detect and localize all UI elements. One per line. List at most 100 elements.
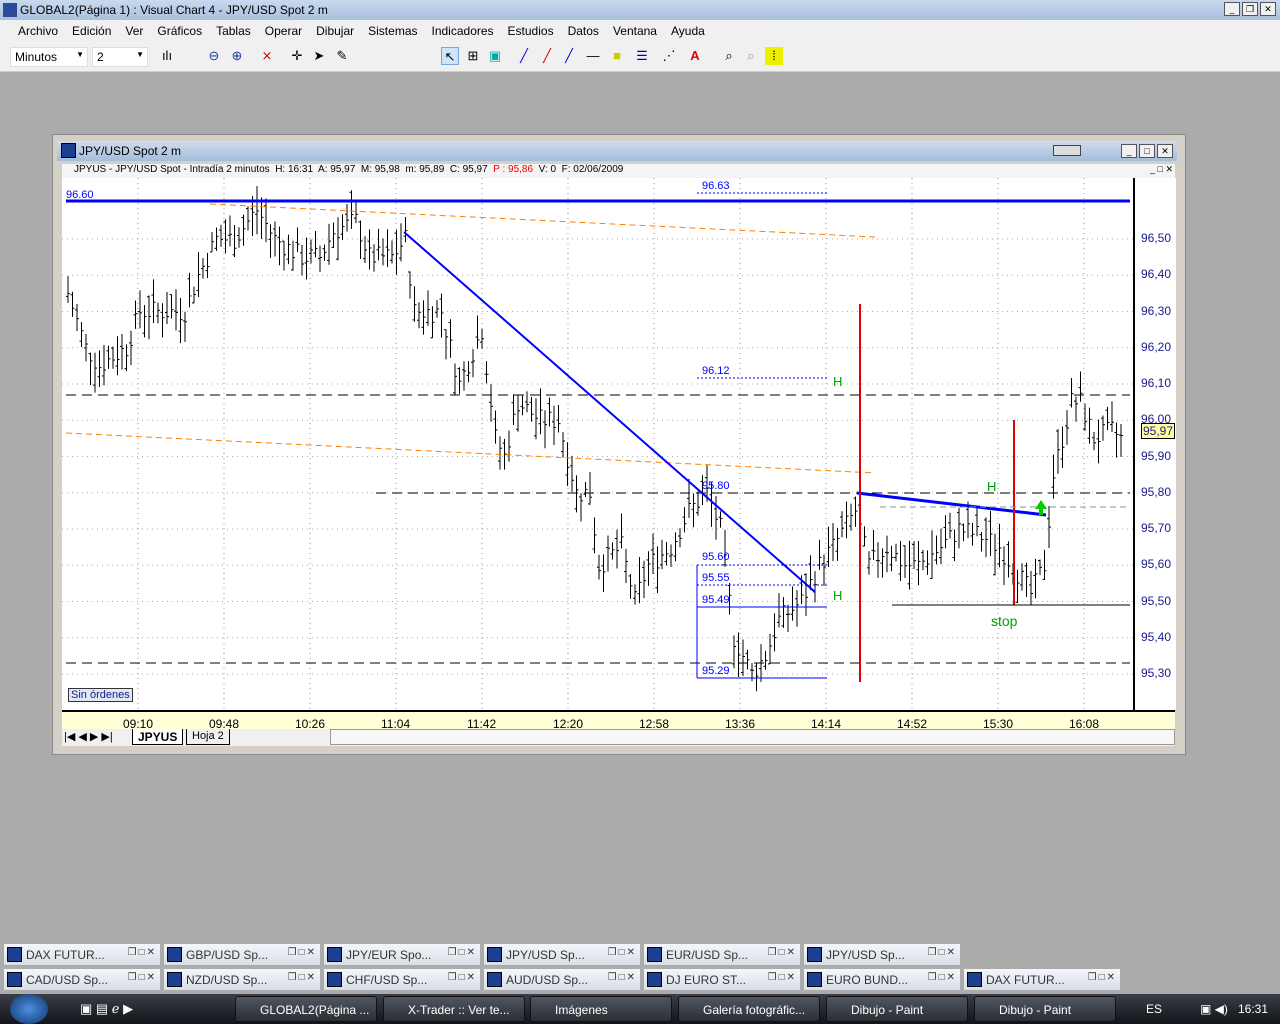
taskbar-item[interactable]: Dibujo - Paint xyxy=(974,996,1116,1022)
minimized-window[interactable]: JPY/USD Sp... ❐□✕ xyxy=(803,943,961,966)
channel-icon[interactable]: ⋰ xyxy=(660,47,678,65)
menu-dibujar[interactable]: Dibujar xyxy=(316,24,354,38)
app-title-bar: GLOBAL2(Página 1) : Visual Chart 4 - JPY… xyxy=(0,0,1280,20)
orders-status[interactable]: Sin órdenes xyxy=(68,688,133,702)
window-buttons[interactable]: ❐□✕ xyxy=(928,947,957,958)
window-buttons[interactable]: ❐□✕ xyxy=(288,947,317,958)
start-button[interactable] xyxy=(10,994,48,1024)
text-tool-icon[interactable]: A xyxy=(686,47,704,65)
window-buttons[interactable]: ❐□✕ xyxy=(608,947,637,958)
chart-icon xyxy=(807,947,822,962)
minimized-window-title: CHF/USD Sp... xyxy=(346,973,428,987)
toggle-panel-button[interactable] xyxy=(1053,145,1081,156)
window-buttons[interactable]: ❐□✕ xyxy=(768,947,797,958)
panel-window-buttons[interactable]: _ □ ✕ xyxy=(1150,164,1173,175)
period-unit-select[interactable]: Minutos ▼ xyxy=(10,47,88,67)
minimized-window[interactable]: EUR/USD Sp... ❐□✕ xyxy=(643,943,801,966)
ruler-icon[interactable]: ⊞ xyxy=(464,47,482,65)
bar-type-icon[interactable]: ılı xyxy=(158,47,176,65)
minimize-button[interactable]: _ xyxy=(1224,2,1240,16)
minimized-window[interactable]: EURO BUND... ❐□✕ xyxy=(803,968,961,991)
zoom-in-icon[interactable]: ⊕ xyxy=(228,47,246,65)
trendline-tool-icon[interactable]: ╱ xyxy=(538,47,556,65)
minimized-window[interactable]: CHF/USD Sp... ❐□✕ xyxy=(323,968,481,991)
window-buttons[interactable]: ❐□✕ xyxy=(128,947,157,958)
window-buttons[interactable]: ❐□✕ xyxy=(768,972,797,983)
window-buttons[interactable]: ❐□✕ xyxy=(288,972,317,983)
close-button[interactable]: ✕ xyxy=(1260,2,1276,16)
line-tool-icon[interactable]: ╱ xyxy=(515,47,533,65)
horizontal-scrollbar[interactable] xyxy=(330,729,1175,745)
minimized-window[interactable]: NZD/USD Sp... ❐□✕ xyxy=(163,968,321,991)
fibonacci-icon[interactable]: ☰ xyxy=(633,47,651,65)
quick-launch-icons[interactable]: ▣ ▤ ℯ ▶ xyxy=(80,1001,133,1017)
h-marker: H xyxy=(987,479,996,494)
menu-graficos[interactable]: Gráficos xyxy=(157,24,202,38)
language-indicator[interactable]: ES xyxy=(1146,1002,1162,1016)
chart-minimize-button[interactable]: _ xyxy=(1121,144,1137,158)
window-buttons[interactable]: ❐□✕ xyxy=(928,972,957,983)
menu-indicadores[interactable]: Indicadores xyxy=(432,24,494,38)
minimized-window[interactable]: AUD/USD Sp... ❐□✕ xyxy=(483,968,641,991)
properties-icon[interactable]: ⁞ xyxy=(765,47,783,65)
chart-icon xyxy=(487,947,502,962)
level-label: 96.12 xyxy=(702,365,730,377)
taskbar-item[interactable]: Imágenes xyxy=(530,996,672,1022)
price-plot-area[interactable]: 96.60 96.63 96.12 95.80 95.60 95.55 95.49 95.29… xyxy=(62,178,1133,710)
taskbar-item[interactable]: X-Trader :: Ver te... xyxy=(383,996,525,1022)
zoom-out-icon[interactable]: ⊖ xyxy=(205,47,223,65)
rectangle-tool-icon[interactable]: ■ xyxy=(608,47,626,65)
minimized-window[interactable]: DAX FUTUR... ❐□✕ xyxy=(3,943,161,966)
taskbar-item[interactable]: Dibujo - Paint xyxy=(826,996,968,1022)
chart-delete-icon[interactable]: ⨯ xyxy=(258,47,276,65)
level-label: 95.55 xyxy=(702,572,730,584)
minimized-window[interactable]: DJ EURO ST... ❐□✕ xyxy=(643,968,801,991)
menu-edicion[interactable]: Edición xyxy=(72,24,111,38)
minimized-window[interactable]: JPY/EUR Spo... ❐□✕ xyxy=(323,943,481,966)
menu-operar[interactable]: Operar xyxy=(265,24,302,38)
taskbar-item[interactable]: GLOBAL2(Página ... xyxy=(235,996,377,1022)
channel-line xyxy=(65,432,876,474)
taskbar-item[interactable]: Galería fotográfic... xyxy=(678,996,820,1022)
minimized-window[interactable]: CAD/USD Sp... ❐□✕ xyxy=(3,968,161,991)
info-low: m: 95,89 xyxy=(405,164,445,175)
restore-button[interactable]: ❐ xyxy=(1242,2,1258,16)
minimized-window-title: EUR/USD Sp... xyxy=(666,948,749,962)
menu-estudios[interactable]: Estudios xyxy=(508,24,554,38)
time-axis: 09:10 09:48 10:26 11:04 11:42 12:20 12:58 13:36… xyxy=(62,710,1175,731)
minimized-window[interactable]: GBP/USD Sp... ❐□✕ xyxy=(163,943,321,966)
window-buttons[interactable]: ❐□✕ xyxy=(1088,972,1117,983)
zoom-reset-icon[interactable]: ⌕ xyxy=(742,47,760,65)
sheet-nav-buttons[interactable]: |◀ ◀ ▶ ▶| xyxy=(64,730,113,743)
horizontal-line-icon[interactable]: — xyxy=(584,47,602,65)
minimized-window[interactable]: JPY/USD Sp... ❐□✕ xyxy=(483,943,641,966)
h-marker: H xyxy=(833,588,842,603)
tray-icons[interactable]: ▣ ◀) xyxy=(1200,1002,1228,1016)
pen-icon[interactable]: ✎ xyxy=(333,47,351,65)
window-buttons[interactable]: ❐□✕ xyxy=(448,972,477,983)
zoom-area-icon[interactable]: ⌕ xyxy=(720,47,738,65)
period-value-select[interactable]: 2 ▼ xyxy=(92,47,148,67)
menu-tablas[interactable]: Tablas xyxy=(216,24,251,38)
select-icon[interactable]: ➤ xyxy=(310,47,328,65)
rectangle-fill-icon[interactable]: ▣ xyxy=(486,47,504,65)
chart-window-title-bar: JPY/USD Spot 2 m _ □ ✕ xyxy=(57,141,1177,161)
sheet-tab-jpyus[interactable]: JPYUS xyxy=(132,729,184,745)
minimized-window[interactable]: DAX FUTUR... ❐□✕ xyxy=(963,968,1121,991)
menu-archivo[interactable]: Archivo xyxy=(18,24,58,38)
menu-ver[interactable]: Ver xyxy=(125,24,143,38)
chart-icon xyxy=(327,972,342,987)
menu-ventana[interactable]: Ventana xyxy=(613,24,657,38)
ray-tool-icon[interactable]: ╱ xyxy=(560,47,578,65)
pointer-tool-icon[interactable]: ↖ xyxy=(441,47,459,65)
menu-datos[interactable]: Datos xyxy=(568,24,599,38)
menu-sistemas[interactable]: Sistemas xyxy=(368,24,417,38)
chart-maximize-button[interactable]: □ xyxy=(1139,144,1155,158)
menu-ayuda[interactable]: Ayuda xyxy=(671,24,705,38)
sheet-tab-hoja2[interactable]: Hoja 2 xyxy=(186,729,230,745)
window-buttons[interactable]: ❐□✕ xyxy=(128,972,157,983)
cursor-cross-icon[interactable]: ✛ xyxy=(288,47,306,65)
chart-close-button[interactable]: ✕ xyxy=(1157,144,1173,158)
window-buttons[interactable]: ❐□✕ xyxy=(608,972,637,983)
window-buttons[interactable]: ❐□✕ xyxy=(448,947,477,958)
